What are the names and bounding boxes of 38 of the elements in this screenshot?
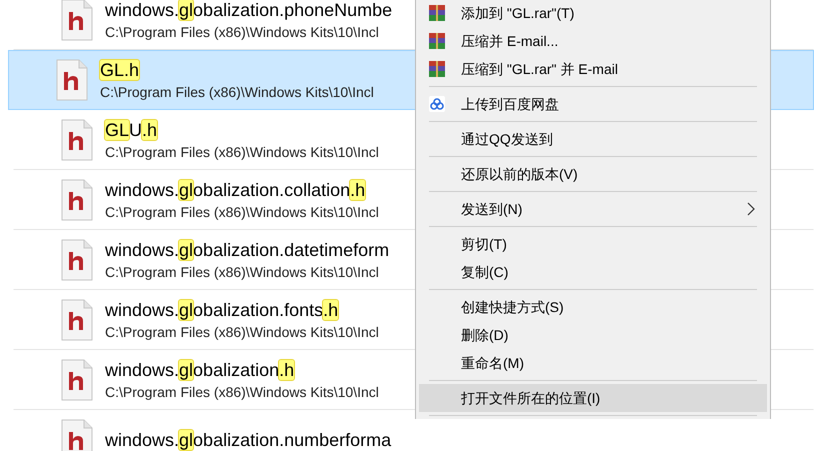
file-name: windows.globalization.phoneNumbe — [105, 0, 392, 22]
file-path: C:\Program Files (x86)\Windows Kits\10\Incl — [105, 383, 379, 402]
cloud-icon — [429, 96, 445, 112]
header-file-icon — [61, 299, 93, 341]
file-name: windows.globalization.datetimeform — [105, 239, 390, 262]
chevron-right-icon — [747, 202, 755, 216]
file-path: C:\Program Files (x86)\Windows Kits\10\Incl — [100, 83, 374, 102]
menu-item[interactable]: 发送到(N) — [419, 195, 767, 223]
archive-books-icon — [429, 61, 445, 77]
file-path: C:\Program Files (x86)\Windows Kits\10\Incl — [105, 143, 379, 162]
menu-item[interactable]: 通过QQ发送到 — [419, 125, 767, 153]
menu-item[interactable]: 删除(D) — [419, 321, 767, 349]
menu-item[interactable]: 重命名(M) — [419, 349, 767, 377]
header-file-icon — [61, 359, 93, 401]
file-path: C:\Program Files (x86)\Windows Kits\10\Incl — [105, 203, 379, 222]
menu-item[interactable]: 添加到 "GL.rar"(T) — [419, 0, 767, 27]
file-name: GLU.h — [105, 119, 158, 142]
file-name: windows.globalization.collation.h — [105, 179, 366, 202]
archive-books-icon — [429, 5, 445, 21]
header-file-icon — [61, 119, 93, 161]
file-name: windows.globalization.h — [105, 359, 296, 382]
header-file-icon — [56, 59, 88, 101]
file-name: GL.h — [100, 59, 140, 82]
menu-item[interactable]: 压缩到 "GL.rar" 并 E-mail — [419, 55, 767, 83]
menu-item[interactable]: 剪切(T) — [419, 230, 767, 258]
file-name: windows.globalization.numberforma — [105, 429, 392, 451]
header-file-icon — [61, 239, 93, 281]
archive-books-icon — [429, 33, 445, 49]
file-path: C:\Program Files (x86)\Windows Kits\10\Incl — [105, 23, 380, 42]
menu-item[interactable]: 打开文件所在的位置(I) — [419, 384, 767, 412]
header-file-icon — [61, 0, 93, 41]
file-name: windows.globalization.fonts.h — [105, 299, 340, 322]
file-path: C:\Program Files (x86)\Windows Kits\10\Incl — [105, 263, 380, 282]
file-path: C:\Program Files (x86)\Windows Kits\10\Incl — [105, 323, 379, 342]
menu-item[interactable]: 创建快捷方式(S) — [419, 293, 767, 321]
header-file-icon — [61, 179, 93, 221]
header-file-icon — [61, 419, 93, 451]
menu-item[interactable]: 复制(C) — [419, 258, 767, 286]
